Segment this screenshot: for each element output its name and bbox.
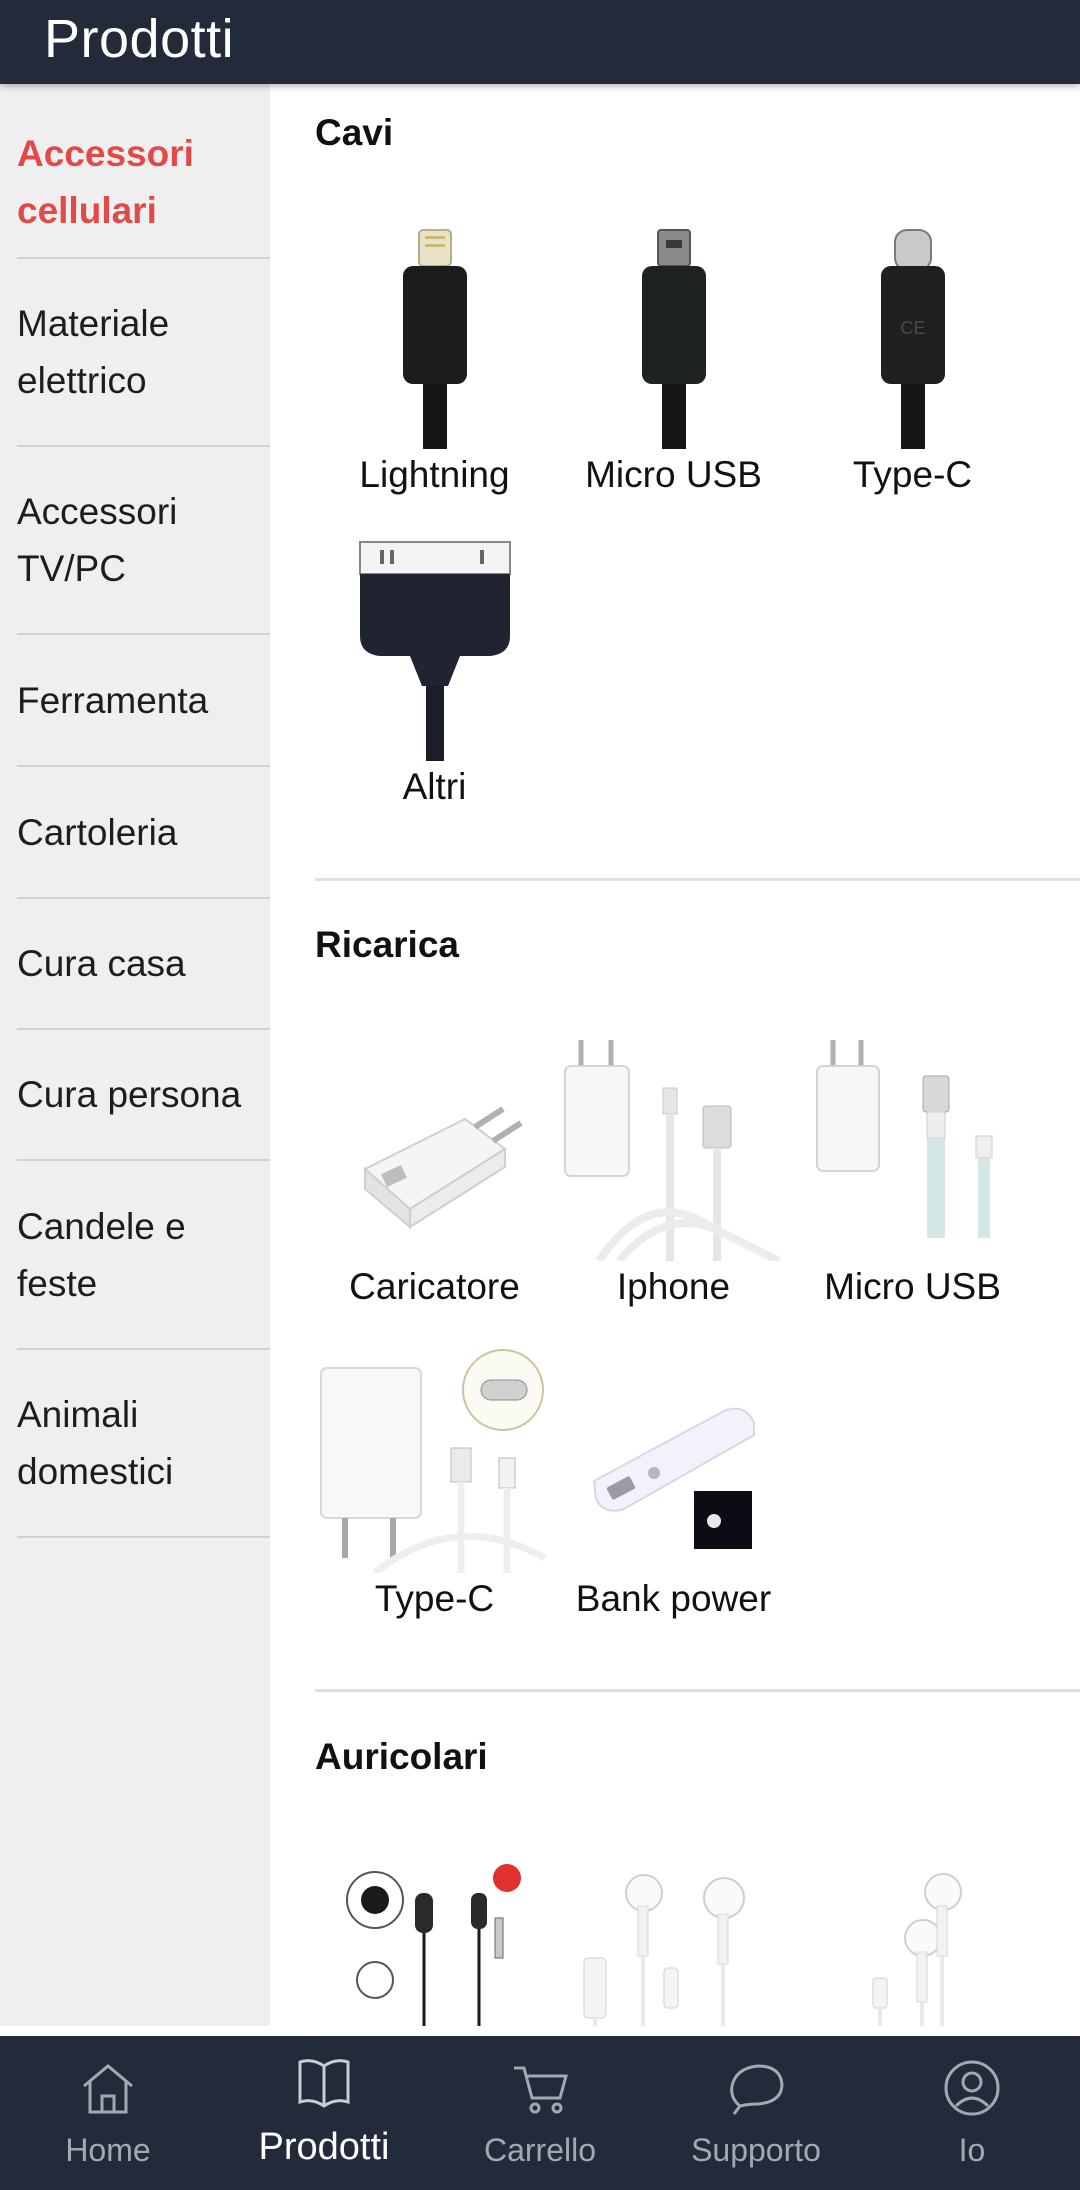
sidebar-item-label: Cura persona — [17, 1074, 242, 1115]
product-content: Cavi Lightning Micro USB CE Type-C Altri… — [270, 84, 1080, 2026]
product-label: Caricatore — [349, 1266, 520, 1307]
type-c-earphones-icon — [554, 1848, 793, 2026]
micro-usb-cable-icon — [554, 224, 793, 449]
sidebar-item-label: Candele e feste — [17, 1205, 186, 1304]
wall-charger-icon — [315, 1036, 554, 1261]
sidebar-item-label: Materiale elettrico — [17, 303, 170, 401]
sidebar-item-candele-e-feste[interactable]: Candele e feste — [17, 1161, 270, 1350]
product-label: Altri — [402, 766, 467, 807]
section-divider — [315, 878, 1080, 881]
bottom-nav: Home Prodotti Carrello Supporto Io — [0, 2036, 1080, 2190]
category-sidebar: Accessori cellulari Materiale elettrico … — [0, 84, 270, 2026]
lightning-earphones-icon — [793, 1848, 1032, 2026]
iphone-charger-kit-icon — [554, 1036, 793, 1261]
sidebar-item-label: Cartoleria — [17, 811, 178, 853]
section-title-ricarica: Ricarica — [315, 924, 459, 965]
nav-label: Carrello — [483, 2132, 597, 2168]
nav-item-carrello[interactable]: Carrello — [432, 2036, 648, 2190]
nav-label: Prodotti — [258, 2126, 390, 2168]
sidebar-item-label: Accessori TV/PC — [17, 491, 178, 589]
sidebar-item-animali-domestici[interactable]: Animali domestici — [17, 1350, 270, 1538]
nav-item-home[interactable]: Home — [0, 2036, 216, 2190]
lightning-cable-icon — [315, 224, 554, 449]
sidebar-item-accessori-cellulari[interactable]: Accessori cellulari — [17, 106, 270, 259]
section-title-cavi: Cavi — [315, 112, 394, 153]
sidebar-item-label: Ferramenta — [17, 679, 209, 721]
sidebar-item-label: Animali domestici — [17, 1394, 174, 1492]
nav-label: Home — [65, 2132, 151, 2168]
product-label: Bank power — [575, 1578, 772, 1619]
sidebar-item-cura-casa[interactable]: Cura casa — [17, 899, 270, 1030]
cart-icon — [514, 2066, 568, 2114]
sidebar-item-label: Accessori cellulari — [17, 132, 194, 231]
sidebar-item-ferramenta[interactable]: Ferramenta — [17, 635, 270, 767]
product-label: Micro USB — [824, 1266, 1001, 1307]
sidebar-item-cartoleria[interactable]: Cartoleria — [17, 767, 270, 899]
30-pin-cable-icon — [315, 536, 554, 761]
app-header: Prodotti — [0, 0, 1080, 84]
type-c-cable-icon: CE — [793, 224, 1032, 449]
section-divider — [315, 1689, 1080, 1692]
micro-usb-charger-kit-icon — [793, 1036, 1032, 1261]
nav-item-prodotti[interactable]: Prodotti — [216, 2036, 432, 2190]
product-label: Type-C — [852, 454, 973, 495]
product-label: Lightning — [359, 454, 510, 495]
product-label: Micro USB — [585, 454, 762, 495]
product-label: Iphone — [616, 1266, 731, 1307]
chat-bubble-icon — [730, 2064, 784, 2115]
sidebar-item-cura-persona[interactable]: Cura persona — [17, 1030, 270, 1161]
in-ear-earphones-icon — [315, 1848, 554, 2026]
home-icon — [83, 2064, 133, 2114]
type-c-charger-kit-icon — [315, 1348, 554, 1573]
svg-text:CE: CE — [900, 318, 925, 338]
book-icon — [298, 2059, 350, 2108]
page-title: Prodotti — [44, 9, 235, 69]
power-bank-icon — [554, 1348, 793, 1573]
nav-label: Io — [958, 2132, 986, 2168]
nav-item-io[interactable]: Io — [864, 2036, 1080, 2190]
user-icon — [944, 2060, 1000, 2116]
section-title-auricolari: Auricolari — [315, 1736, 488, 1777]
sidebar-item-materiale-elettrico[interactable]: Materiale elettrico — [17, 259, 270, 447]
nav-label: Supporto — [691, 2132, 821, 2168]
product-label: Type-C — [374, 1578, 495, 1619]
nav-item-supporto[interactable]: Supporto — [648, 2036, 864, 2190]
sidebar-item-label: Cura casa — [17, 943, 186, 984]
sidebar-item-accessori-tv-pc[interactable]: Accessori TV/PC — [17, 447, 270, 635]
